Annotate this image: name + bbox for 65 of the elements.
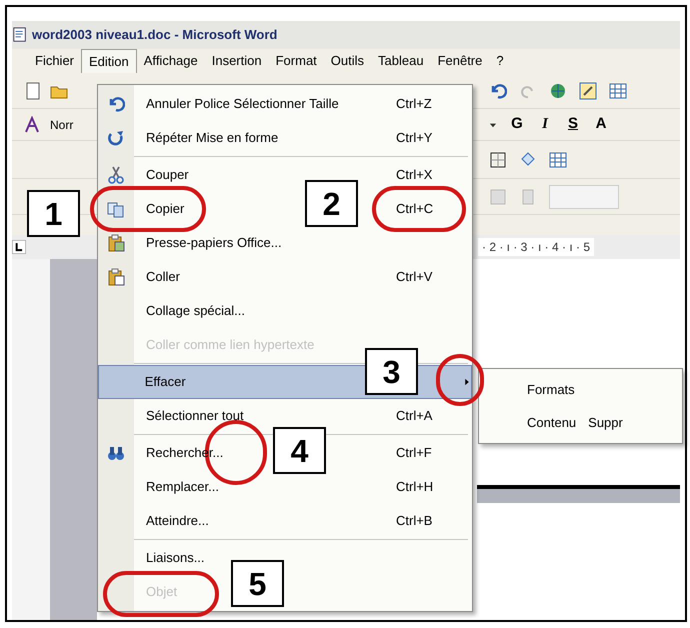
menu-item[interactable]: Sélectionner tout <box>146 408 244 424</box>
menu-tab[interactable]: Tableau <box>371 49 431 73</box>
shortcut-text: Ctrl+Y <box>396 129 434 148</box>
callout-number: 2 <box>305 180 358 227</box>
callout-number: 1 <box>27 190 80 237</box>
menu-tab[interactable]: Insertion <box>204 49 269 73</box>
shortcut-text: Ctrl+B <box>396 512 434 530</box>
tab-stop-icon[interactable] <box>12 240 26 254</box>
input-field[interactable] <box>549 184 619 208</box>
clipboard-icon[interactable] <box>107 234 125 252</box>
binoculars-icon[interactable] <box>107 444 125 462</box>
menu-item[interactable]: Formats <box>527 380 575 400</box>
ruler: · 2 · ı · 3 · ı · 4 · ı · 5 <box>478 238 594 256</box>
menu-tab[interactable]: ? <box>489 49 511 73</box>
menu-item[interactable]: Annuler Police Sélectionner Taille <box>146 96 339 112</box>
menu-item[interactable]: Atteindre... <box>146 513 209 528</box>
menu-item[interactable]: Collage spécial... <box>146 303 245 318</box>
pen-document-icon[interactable] <box>579 82 597 100</box>
format-button[interactable]: I <box>537 113 553 136</box>
shortcut-text: Suppr <box>588 414 623 432</box>
format-button[interactable]: G <box>509 113 525 136</box>
menu-item[interactable]: Couper <box>146 167 189 182</box>
shortcut-text: Ctrl+Z <box>396 95 433 114</box>
menu-item[interactable]: Contenu <box>527 412 576 432</box>
callout-number: 5 <box>231 560 284 607</box>
style-icon[interactable] <box>24 116 42 134</box>
document-icon[interactable] <box>12 27 28 43</box>
borders-icon[interactable] <box>489 150 507 168</box>
undo-icon[interactable] <box>107 95 125 113</box>
table-icon[interactable] <box>609 82 627 100</box>
menu-tab[interactable]: Affichage <box>136 49 205 73</box>
paste-icon[interactable] <box>107 268 125 286</box>
menu-item[interactable]: Copier <box>146 201 184 216</box>
menu-item[interactable]: Liaisons... <box>146 550 205 566</box>
format-button[interactable]: S <box>565 113 581 136</box>
copy-icon[interactable] <box>107 200 125 218</box>
menu-tab[interactable]: Fichier <box>28 49 82 73</box>
menu-item[interactable]: Coller <box>146 269 180 284</box>
scissors-icon[interactable] <box>107 166 125 184</box>
table-icon[interactable] <box>549 150 567 168</box>
shortcut-text: Ctrl+H <box>396 478 434 496</box>
shortcut-text: Ctrl+X <box>396 166 434 184</box>
new-document-icon[interactable] <box>24 82 42 100</box>
menu-item[interactable]: Remplacer... <box>146 479 219 494</box>
shortcut-text: Ctrl+A <box>396 407 434 426</box>
menu-item[interactable]: Presse-papiers Office... <box>146 235 282 250</box>
menu-item[interactable]: Effacer <box>144 374 186 390</box>
callout-number: 4 <box>273 427 326 474</box>
menu-tab[interactable]: Fenêtre <box>430 49 490 73</box>
style-field[interactable]: Norr <box>50 116 74 134</box>
redo-icon[interactable] <box>107 129 125 147</box>
shortcut-text: Ctrl+F <box>396 444 433 462</box>
caret-icon[interactable] <box>489 120 497 128</box>
menu-tab[interactable]: Edition <box>81 49 137 73</box>
window-title: word2003 niveau1.doc - Microsoft Word <box>32 26 278 44</box>
menu-tab[interactable]: Outils <box>324 49 372 73</box>
callout-number: 3 <box>365 348 418 395</box>
format-button[interactable]: A <box>593 113 609 136</box>
shortcut-text: Ctrl+C <box>396 200 434 218</box>
menu-tab[interactable]: Format <box>268 49 324 73</box>
menu-item[interactable]: Répéter Mise en forme <box>146 130 278 146</box>
undo-icon[interactable] <box>489 82 507 100</box>
globe-icon[interactable] <box>549 82 567 100</box>
shortcut-text: Ctrl+V <box>396 268 434 286</box>
submenu-arrow-icon[interactable] <box>463 378 471 386</box>
